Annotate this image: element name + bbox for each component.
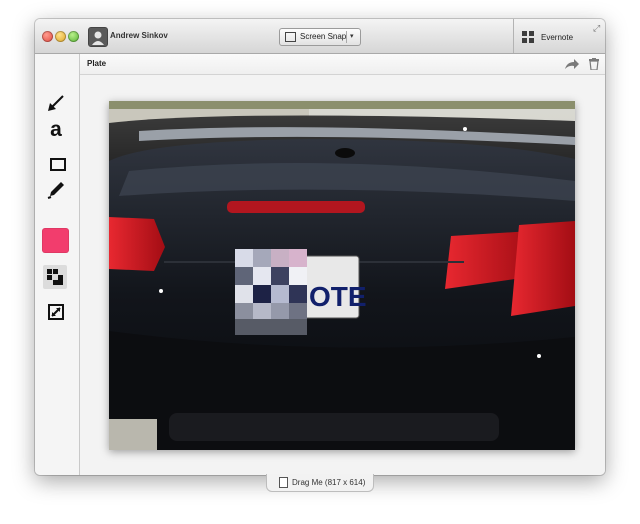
file-icon (279, 477, 288, 488)
arrow-tool-icon[interactable] (45, 92, 67, 114)
screen-snap-label: Screen Snap (300, 32, 347, 41)
crop-resize-tool-icon[interactable] (47, 303, 65, 321)
pen-tool-icon[interactable] (45, 179, 67, 201)
evernote-button[interactable]: Evernote (541, 33, 573, 42)
zoom-window-button[interactable] (68, 31, 79, 42)
color-picker-swatch[interactable] (42, 228, 69, 253)
note-header: Plate (80, 54, 605, 75)
fullscreen-icon[interactable]: ⤢ (593, 23, 600, 34)
evernote-grid-icon[interactable] (522, 31, 534, 43)
car-photo[interactable]: OTE (109, 101, 575, 450)
drag-handle-label: Drag Me (817 x 614) (292, 478, 366, 487)
markup-toolbar: a (35, 54, 80, 475)
note-title[interactable]: Plate (87, 59, 106, 68)
minimize-window-button[interactable] (55, 31, 66, 42)
user-avatar-icon[interactable] (88, 27, 108, 47)
close-window-button[interactable] (42, 31, 53, 42)
screen-snap-icon (285, 32, 296, 42)
skitch-window: Andrew Sinkov Screen Snap ▾ Evernote ⤢ a (35, 19, 605, 475)
chevron-down-icon[interactable]: ▾ (350, 32, 354, 40)
annotation-canvas[interactable]: OTE (80, 75, 605, 475)
user-name[interactable]: Andrew Sinkov (110, 31, 168, 40)
pixelate-tool-icon[interactable] (43, 265, 67, 289)
trash-icon[interactable] (589, 57, 599, 75)
screen-snap-button[interactable]: Screen Snap ▾ (279, 28, 361, 46)
divider (513, 19, 514, 53)
license-plate-text: OTE (309, 281, 367, 312)
drag-handle[interactable]: Drag Me (817 x 614) (266, 474, 374, 492)
rectangle-tool-icon[interactable] (45, 152, 67, 174)
share-icon[interactable] (564, 57, 580, 75)
title-bar: Andrew Sinkov Screen Snap ▾ Evernote ⤢ (35, 19, 605, 54)
button-divider (346, 31, 347, 43)
text-tool-icon[interactable]: a (45, 119, 67, 142)
